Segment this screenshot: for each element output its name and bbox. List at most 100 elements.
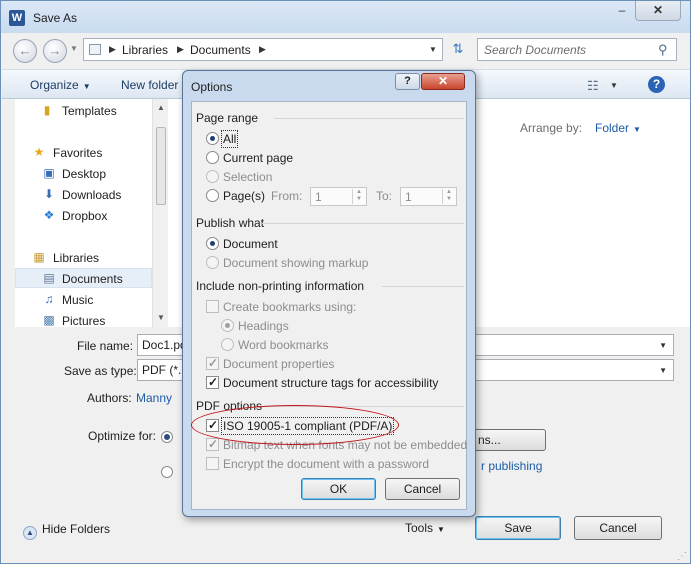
forward-button[interactable]: → — [43, 39, 67, 63]
dialog-cancel-button[interactable]: Cancel — [385, 478, 460, 500]
navigation-scrollbar[interactable]: ▲ ▼ — [152, 99, 168, 327]
publish-document-radio[interactable] — [206, 237, 219, 250]
cancel-button[interactable]: Cancel — [574, 516, 662, 540]
refresh-button[interactable]: ⇅ — [447, 41, 469, 61]
current-page-label[interactable]: Current page — [223, 151, 293, 165]
publish-document-label[interactable]: Document — [223, 237, 278, 251]
encrypt-checkbox[interactable] — [206, 457, 219, 470]
organize-menu[interactable]: Organize ▼ — [30, 78, 91, 92]
sidebar-item-pictures[interactable]: ▩ Pictures — [15, 311, 152, 328]
chevron-down-icon[interactable]: ▼ — [659, 341, 667, 350]
sidebar-item-favorites[interactable]: ★ Favorites — [15, 143, 152, 163]
folder-icon: ▮ — [43, 103, 51, 117]
word-app-icon: W — [9, 10, 25, 26]
from-page-stepper[interactable]: 1 ▲ ▼ — [310, 187, 367, 206]
search-icon[interactable]: ⚲ — [658, 42, 668, 58]
structure-tags-checkbox[interactable] — [206, 375, 219, 389]
sidebar-item-templates[interactable]: ▮ Templates — [15, 101, 152, 121]
view-dropdown-icon[interactable]: ▼ — [610, 81, 618, 90]
to-page-stepper[interactable]: 1 ▲ ▼ — [400, 187, 457, 206]
sidebar-item-music[interactable]: ♫ Music — [15, 290, 152, 310]
current-page-radio[interactable] — [206, 151, 219, 164]
authors-value[interactable]: Manny — [136, 391, 172, 405]
hide-folders-button[interactable]: ▲ Hide Folders — [23, 522, 110, 540]
encrypt-label: Encrypt the document with a password — [223, 457, 430, 471]
sidebar-item-downloads[interactable]: ⬇ Downloads — [15, 185, 152, 205]
scroll-down-icon[interactable]: ▼ — [157, 313, 165, 322]
chevron-down-icon[interactable]: ▼ — [659, 366, 667, 375]
open-after-publishing-label[interactable]: r publishing — [481, 459, 542, 473]
dialog-close-button[interactable]: ✕ — [421, 73, 465, 90]
minimize-button[interactable]: – — [609, 1, 635, 21]
recent-locations-dropdown[interactable]: ▼ — [70, 44, 78, 53]
optimize-standard-radio[interactable] — [161, 431, 173, 443]
to-label: To: — [376, 189, 393, 203]
save-button[interactable]: Save — [475, 516, 561, 540]
selection-radio[interactable] — [206, 170, 219, 183]
tools-menu[interactable]: Tools ▼ — [405, 521, 445, 535]
back-button[interactable]: ← — [13, 39, 37, 63]
chevron-right-icon[interactable]: ▶ — [259, 44, 266, 55]
scrollbar-thumb[interactable] — [156, 127, 166, 205]
chevron-down-icon: ▼ — [437, 525, 445, 534]
publish-markup-radio[interactable] — [206, 256, 219, 269]
arrange-by-label: Arrange by: — [520, 121, 583, 135]
page-range-heading: Page range — [196, 111, 259, 125]
page-range-all-label[interactable]: All — [220, 130, 239, 148]
word-bookmarks-radio[interactable] — [221, 338, 234, 351]
create-bookmarks-checkbox[interactable] — [206, 300, 219, 313]
sidebar-item-documents[interactable]: ▤ Documents — [15, 268, 152, 288]
pages-label[interactable]: Page(s) — [223, 189, 265, 203]
page-range-all-radio[interactable] — [206, 132, 219, 145]
forward-arrow-icon: → — [48, 43, 62, 58]
section-divider — [274, 118, 464, 119]
chevron-right-icon[interactable]: ▶ — [109, 44, 116, 55]
document-properties-checkbox[interactable] — [206, 356, 219, 370]
help-icon[interactable]: ? — [648, 76, 665, 93]
search-input[interactable] — [484, 42, 654, 57]
publish-what-heading: Publish what — [196, 216, 265, 230]
options-button[interactable]: ns... — [473, 429, 546, 451]
dialog-help-button[interactable]: ? — [395, 73, 420, 90]
search-box: ⚲ — [477, 38, 677, 61]
stepper-arrows-icon[interactable]: ▲ ▼ — [352, 189, 365, 204]
resize-grip-icon[interactable]: ⋰ — [677, 551, 687, 562]
bitmap-text-checkbox[interactable] — [206, 437, 219, 451]
save-as-type-label: Save as type: — [64, 364, 137, 378]
red-highlight-annotation — [191, 405, 399, 445]
from-label: From: — [271, 189, 303, 203]
headings-radio[interactable] — [221, 319, 234, 332]
document-properties-label: Document properties — [223, 357, 335, 371]
arrange-by-dropdown[interactable]: Folder ▼ — [595, 121, 641, 135]
new-folder-button[interactable]: New folder — [121, 78, 178, 92]
optimize-for-label: Optimize for: — [88, 429, 157, 443]
breadcrumb-libraries[interactable]: Libraries — [122, 43, 168, 57]
options-dialog-title: Options — [191, 80, 233, 94]
sidebar-item-dropbox[interactable]: ❖ Dropbox — [15, 206, 152, 226]
star-icon: ★ — [33, 145, 45, 159]
stepper-arrows-icon[interactable]: ▲ ▼ — [442, 189, 455, 204]
pages-radio[interactable] — [206, 189, 219, 202]
desktop-icon: ▣ — [43, 166, 55, 180]
view-options-icon[interactable]: ☷ — [587, 78, 599, 94]
address-bar[interactable]: ▶ Libraries ▶ Documents ▶ ▼ — [83, 38, 443, 61]
chevron-up-icon: ▲ — [23, 526, 37, 540]
downloads-icon: ⬇ — [43, 187, 55, 201]
pictures-icon: ▩ — [43, 313, 55, 327]
close-button[interactable]: ✕ — [635, 1, 681, 21]
chevron-down-icon: ▼ — [82, 82, 91, 91]
chevron-right-icon[interactable]: ▶ — [177, 44, 184, 55]
publish-markup-label: Document showing markup — [223, 256, 369, 270]
address-dropdown-icon[interactable]: ▼ — [429, 45, 437, 54]
sidebar-item-libraries[interactable]: ▦ Libraries — [15, 248, 152, 268]
section-divider — [382, 286, 464, 287]
structure-tags-label[interactable]: Document structure tags for accessibilit… — [223, 376, 438, 390]
optimize-minimum-radio[interactable] — [161, 466, 173, 478]
sidebar-item-desktop[interactable]: ▣ Desktop — [15, 164, 152, 184]
title-bar: W Save As – ✕ — [1, 1, 690, 33]
breadcrumb-documents[interactable]: Documents — [190, 43, 251, 57]
ok-button[interactable]: OK — [301, 478, 376, 500]
selection-label: Selection — [223, 170, 273, 184]
word-bookmarks-label: Word bookmarks — [238, 338, 329, 352]
scroll-up-icon[interactable]: ▲ — [157, 103, 165, 112]
